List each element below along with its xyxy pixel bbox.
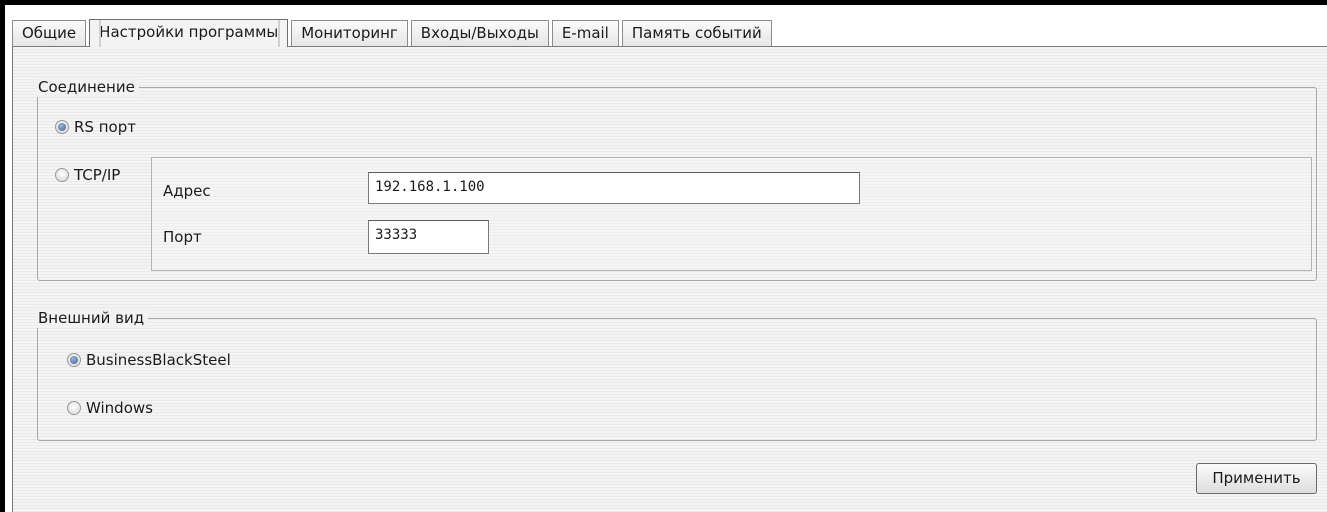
connection-group: Соединение RS порт TCP/IP Адрес 192.168.… <box>36 77 1317 281</box>
windows-radio-dot[interactable] <box>67 401 81 415</box>
tcp-ip-label: TCP/IP <box>74 166 121 184</box>
business-black-steel-label: BusinessBlackSteel <box>86 351 231 369</box>
tab-event-memory[interactable]: Память событий <box>621 20 772 46</box>
windows-radio[interactable]: Windows <box>67 399 153 417</box>
connection-group-title: Соединение <box>36 77 139 97</box>
tcp-ip-radio-dot[interactable] <box>55 168 69 182</box>
address-input[interactable]: 192.168.1.100 <box>368 172 860 204</box>
appearance-group: Внешний вид BusinessBlackSteel Windows <box>36 308 1317 441</box>
business-black-steel-radio[interactable]: BusinessBlackSteel <box>67 351 231 369</box>
apply-button[interactable]: Применить <box>1196 463 1317 494</box>
rs-port-radio[interactable]: RS порт <box>55 118 136 136</box>
tcp-ip-radio[interactable]: TCP/IP <box>55 166 120 184</box>
port-input[interactable]: 33333 <box>368 220 489 254</box>
tab-program-settings[interactable]: Настройки программы <box>89 19 289 47</box>
tab-email[interactable]: E-mail <box>551 20 619 46</box>
port-label: Порт <box>163 228 202 246</box>
tab-monitoring[interactable]: Мониторинг <box>291 20 408 46</box>
address-label: Адрес <box>163 182 211 200</box>
tab-bar: Общие Настройки программы Мониторинг Вхо… <box>12 19 772 47</box>
tab-inputs-outputs[interactable]: Входы/Выходы <box>410 20 549 46</box>
business-black-steel-radio-dot[interactable] <box>67 353 81 367</box>
appearance-group-title: Внешний вид <box>36 308 149 328</box>
rs-port-radio-dot[interactable] <box>55 120 69 134</box>
windows-label: Windows <box>86 399 153 417</box>
settings-panel: Соединение RS порт TCP/IP Адрес 192.168.… <box>12 46 1327 512</box>
tab-general[interactable]: Общие <box>12 20 87 46</box>
tcp-settings-box: Адрес 192.168.1.100 Порт 33333 <box>151 157 1312 271</box>
rs-port-label: RS порт <box>74 118 136 136</box>
